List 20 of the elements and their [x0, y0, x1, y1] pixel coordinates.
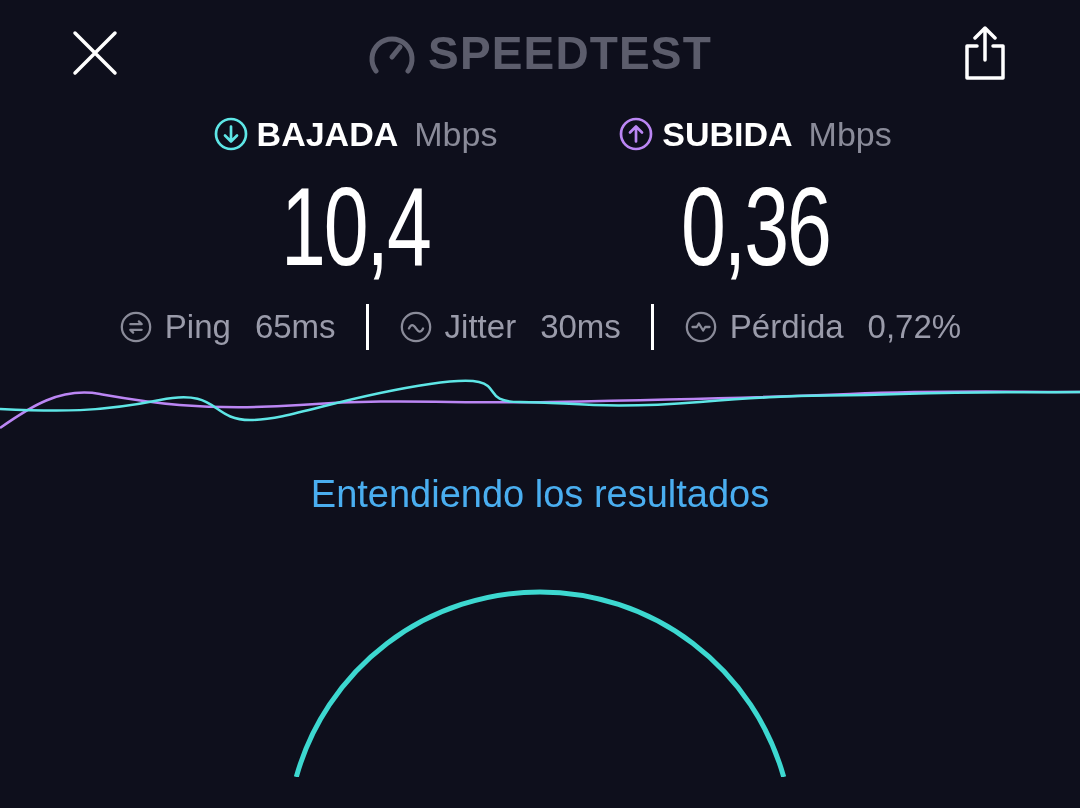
metric-value: 30ms [540, 307, 621, 348]
jitter-icon [398, 310, 433, 344]
result-unit: Mbps [414, 113, 498, 155]
ping-icon [118, 310, 153, 344]
loss-icon [683, 310, 718, 344]
share-icon [963, 26, 1007, 80]
results-link[interactable]: Entendiendo los resultados [310, 466, 770, 523]
metric-value: 65ms [254, 307, 336, 348]
result-value: 0,36 [680, 163, 830, 291]
close-button[interactable] [70, 28, 120, 78]
result-label: BAJADA [256, 113, 399, 155]
metric-label: Jitter [444, 307, 517, 348]
result-label: SUBIDA [662, 113, 793, 155]
metric-label: Pérdida [729, 307, 844, 348]
result-unit: Mbps [808, 113, 892, 155]
metric-label: Ping [164, 307, 231, 348]
metric-value: 0,72% [867, 307, 962, 348]
speedtest-logo: SPEEDTEST [428, 25, 712, 81]
close-icon [71, 29, 119, 77]
result-value: 10,4 [280, 163, 430, 291]
